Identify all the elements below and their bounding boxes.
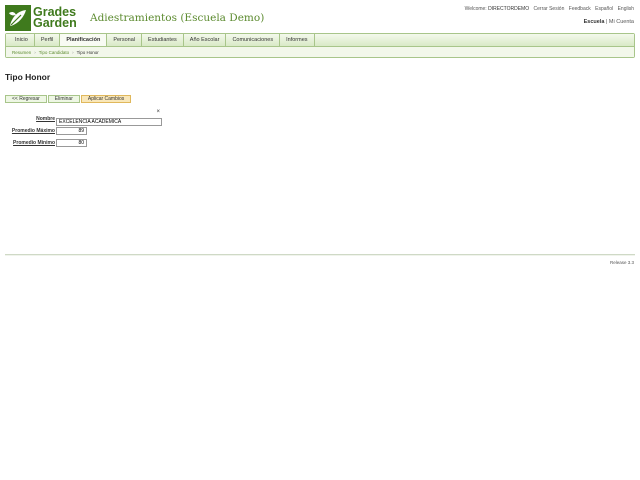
logo[interactable]: Grades Garden: [5, 4, 82, 31]
english-link[interactable]: English: [618, 6, 634, 12]
school-title: Adiestramientos (Escuela Demo): [90, 12, 265, 24]
tab-comunicaciones[interactable]: Comunicaciones: [226, 34, 281, 46]
sub-links: Escuela | Mi Cuenta: [583, 19, 634, 25]
min-average-label: Promedio Mínimo: [13, 140, 55, 146]
name-input[interactable]: [56, 118, 162, 126]
logo-text: Grades Garden: [33, 4, 77, 30]
breadcrumb: Resumen › Tipo Candidato › Tipo Honor: [6, 47, 634, 57]
tab-personal[interactable]: Personal: [107, 34, 143, 46]
max-average-input[interactable]: [56, 127, 87, 135]
leaf-logo-icon: [5, 4, 31, 31]
page-title: Tipo Honor: [5, 72, 51, 82]
max-average-label: Promedio Máximo: [11, 128, 55, 134]
release-version: Release 3.3: [609, 260, 634, 265]
back-button[interactable]: << Regresar: [5, 95, 47, 103]
welcome-text: Welcome: DIRECTORDEMO: [464, 6, 530, 12]
min-average-input[interactable]: [56, 139, 87, 147]
logout-link[interactable]: Cerrar Sesión: [534, 6, 565, 12]
tab-inicio[interactable]: Inicio: [9, 34, 35, 46]
breadcrumb-current: Tipo Honor: [76, 49, 99, 55]
honor-type-form: Nombre × Promedio Máximo Promedio Mínimo: [5, 109, 162, 149]
nav-tabs: Inicio Perfil Planificación Personal Est…: [6, 34, 634, 47]
breadcrumb-resumen[interactable]: Resumen: [12, 50, 31, 55]
tab-ano-escolar[interactable]: Año Escolar: [184, 34, 227, 46]
name-row: Nombre ×: [5, 109, 162, 128]
chevron-right-icon: ›: [34, 49, 36, 55]
breadcrumb-tipo-candidato[interactable]: Tipo Candidato: [39, 50, 69, 55]
name-field-wrap: ×: [56, 109, 162, 128]
footer-divider: [5, 254, 635, 256]
feedback-link[interactable]: Feedback: [569, 6, 591, 12]
school-link[interactable]: Escuela: [584, 19, 605, 25]
chevron-right-icon: ›: [72, 49, 74, 55]
main-nav: Inicio Perfil Planificación Personal Est…: [5, 33, 635, 58]
tab-estudiantes[interactable]: Estudiantes: [142, 34, 184, 46]
name-label: Nombre: [36, 116, 55, 122]
tab-perfil[interactable]: Perfil: [35, 34, 61, 46]
tab-planificacion[interactable]: Planificación: [60, 34, 108, 46]
my-account-link[interactable]: Mi Cuenta: [609, 19, 634, 25]
tab-informes[interactable]: Informes: [280, 34, 315, 46]
action-buttons: << Regresar Eliminar Aplicar Cambios: [5, 95, 132, 103]
top-links: Welcome: DIRECTORDEMO Cerrar Sesión Feed…: [465, 6, 634, 12]
clear-icon[interactable]: ×: [156, 109, 160, 115]
delete-button[interactable]: Eliminar: [47, 95, 80, 103]
min-average-row: Promedio Mínimo: [5, 137, 162, 149]
spanish-link[interactable]: Español: [595, 6, 613, 12]
apply-changes-button[interactable]: Aplicar Cambios: [80, 95, 132, 103]
